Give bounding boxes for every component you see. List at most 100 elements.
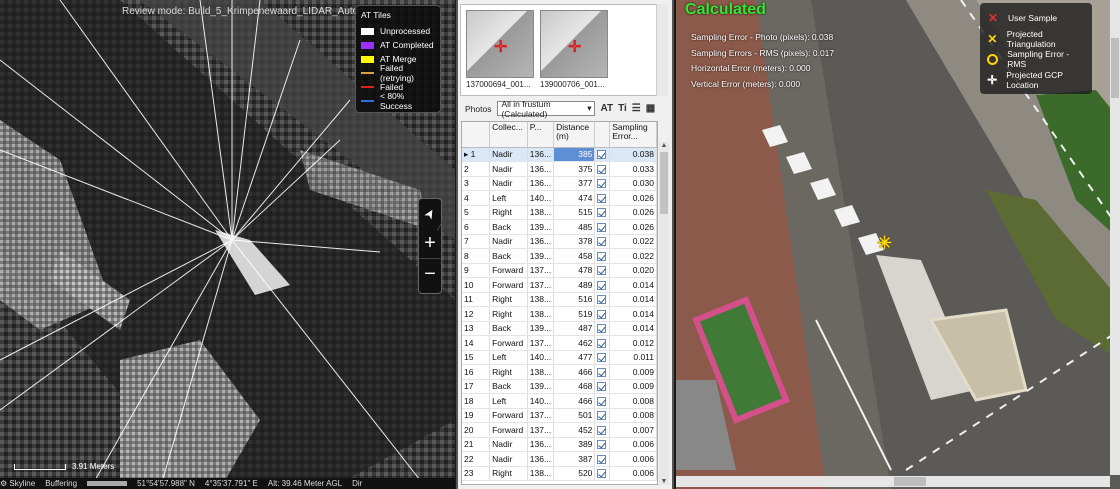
row-distance: 462 (553, 335, 596, 351)
table-row[interactable]: 4 Left 140... 474 0.026 (462, 190, 657, 206)
3d-viewer[interactable]: Review mode: Build_5_Krimpenewaard_LIDAR… (0, 0, 455, 489)
row-checkbox[interactable] (597, 295, 607, 305)
row-checkbox[interactable] (597, 222, 607, 232)
row-photo: 136... (527, 451, 555, 467)
row-photo: 140... (527, 350, 555, 365)
map-horizontal-scrollbar[interactable] (676, 476, 1110, 487)
zoom-in-button[interactable]: + (419, 229, 441, 259)
row-checkbox[interactable] (597, 280, 607, 290)
row-checkbox[interactable] (597, 440, 607, 450)
table-scrollbar[interactable]: ▲ ▼ (659, 142, 669, 485)
col-header-check[interactable] (594, 122, 611, 148)
sampled-photos-strip[interactable]: ✛ 137000694_001... ✛ 139000706_001... (460, 4, 658, 96)
row-checkbox[interactable] (597, 150, 607, 160)
table-row[interactable]: 14 Forward 137... 462 0.012 (462, 335, 657, 351)
row-collection: Left (489, 190, 528, 206)
scroll-thumb[interactable] (660, 152, 668, 214)
table-row[interactable]: 9 Forward 137... 478 0.020 (462, 263, 657, 278)
table-row[interactable]: 6 Back 139... 485 0.026 (462, 219, 657, 235)
row-photo: 140... (527, 190, 555, 206)
row-index: 20 (462, 422, 491, 438)
table-row[interactable]: ▸ 1 Nadir 136... 385 0.038 (462, 147, 657, 162)
list-view-icon[interactable]: ☰ (632, 103, 641, 114)
at-toggle-button[interactable]: AT (600, 103, 613, 114)
table-row[interactable]: 7 Nadir 136... 378 0.022 (462, 234, 657, 249)
table-row[interactable]: 17 Back 139... 468 0.009 (462, 379, 657, 394)
row-collection: Right (489, 364, 528, 380)
legend-item-at-completed: AT Completed (361, 38, 435, 52)
table-row[interactable]: 20 Forward 137... 452 0.007 (462, 422, 657, 438)
table-row[interactable]: 12 Right 138... 519 0.014 (462, 306, 657, 322)
table-row[interactable]: 19 Forward 137... 501 0.008 (462, 408, 657, 423)
row-collection: Forward (489, 408, 528, 423)
row-checkbox[interactable] (597, 425, 607, 435)
row-checkbox[interactable] (597, 382, 607, 392)
map-hscroll-thumb[interactable] (894, 477, 926, 486)
row-checkbox[interactable] (597, 367, 607, 377)
row-checkbox[interactable] (597, 469, 607, 479)
row-checkbox[interactable] (597, 454, 607, 464)
table-row[interactable]: 23 Right 138... 520 0.006 (462, 466, 657, 481)
map-vertical-scrollbar[interactable] (1110, 0, 1120, 475)
row-checkbox[interactable] (597, 309, 607, 319)
table-row[interactable]: 3 Nadir 136... 377 0.030 (462, 176, 657, 191)
table-row[interactable]: 13 Back 139... 487 0.014 (462, 321, 657, 336)
row-index: 2 (462, 161, 491, 177)
table-row[interactable]: 5 Right 138... 515 0.026 (462, 205, 657, 220)
col-header-distance[interactable]: Distance (m) (553, 122, 596, 148)
table-row[interactable]: 2 Nadir 136... 375 0.033 (462, 161, 657, 177)
table-row[interactable]: 8 Back 139... 458 0.022 (462, 248, 657, 264)
scroll-up-icon[interactable]: ▲ (659, 142, 669, 149)
zoom-out-button[interactable]: − (419, 259, 441, 289)
row-collection: Back (489, 219, 528, 235)
photo-caption: 139000706_001... (540, 80, 605, 89)
table-row[interactable]: 18 Left 140... 466 0.008 (462, 393, 657, 409)
row-checkbox[interactable] (597, 208, 607, 218)
col-header-index[interactable] (462, 122, 491, 148)
table-row[interactable]: 11 Right 138... 516 0.014 (462, 292, 657, 307)
col-header-sampling-error[interactable]: Sampling Error... (609, 122, 657, 148)
table-row[interactable]: 22 Nadir 136... 387 0.006 (462, 451, 657, 467)
ti-toggle-button[interactable]: Ti (618, 103, 627, 114)
row-distance: 501 (553, 408, 596, 423)
table-row[interactable]: 10 Forward 137... 489 0.014 (462, 277, 657, 293)
row-checkbox[interactable] (597, 266, 607, 276)
row-distance: 466 (553, 393, 596, 409)
thumbnails-scrollbar[interactable] (656, 4, 668, 96)
table-row[interactable]: 16 Right 138... 466 0.009 (462, 364, 657, 380)
row-collection: Right (489, 292, 528, 307)
row-distance: 520 (553, 466, 596, 481)
table-row[interactable]: 15 Left 140... 477 0.011 (462, 350, 657, 365)
col-header-collection[interactable]: Collec... (489, 122, 528, 148)
row-sampling-error: 0.014 (609, 321, 657, 336)
scroll-down-icon[interactable]: ▼ (659, 478, 669, 485)
row-photo: 138... (527, 292, 555, 307)
table-row[interactable]: 21 Nadir 136... 389 0.006 (462, 437, 657, 452)
gcp-marker-icon[interactable]: ✳ (877, 233, 892, 254)
row-checkbox[interactable] (597, 411, 607, 421)
row-checkbox[interactable] (597, 396, 607, 406)
row-index: 22 (462, 451, 491, 467)
row-checkbox[interactable] (597, 193, 607, 203)
row-checkbox[interactable] (597, 164, 607, 174)
row-checkbox[interactable] (597, 338, 607, 348)
row-sampling-error: 0.006 (609, 466, 657, 481)
row-checkbox[interactable] (597, 179, 607, 189)
photo-thumbnail[interactable]: ✛ 139000706_001... (540, 10, 610, 94)
row-checkbox[interactable] (597, 251, 607, 261)
grid-view-icon[interactable]: ▦ (646, 103, 655, 114)
map-vscroll-thumb[interactable] (1111, 38, 1119, 98)
photos-table[interactable]: Collec... P... Distance (m) Sampling Err… (461, 121, 658, 485)
photo-thumbnail[interactable]: ✛ 137000694_001... (466, 10, 536, 94)
photo-image: ✛ (540, 10, 608, 78)
row-check (594, 437, 611, 452)
photo-filter-dropdown[interactable]: All in frustum (Calculated) ▾ (497, 99, 596, 119)
row-check (594, 393, 611, 409)
row-index: 17 (462, 379, 491, 394)
row-checkbox[interactable] (597, 353, 607, 363)
row-checkbox[interactable] (597, 237, 607, 247)
row-checkbox[interactable] (597, 324, 607, 334)
col-header-photo[interactable]: P... (527, 122, 555, 148)
orthophoto-map[interactable]: Calculated Sampling Error - Photo (pixel… (676, 0, 1120, 489)
sample-cross-icon: ✛ (568, 39, 582, 56)
